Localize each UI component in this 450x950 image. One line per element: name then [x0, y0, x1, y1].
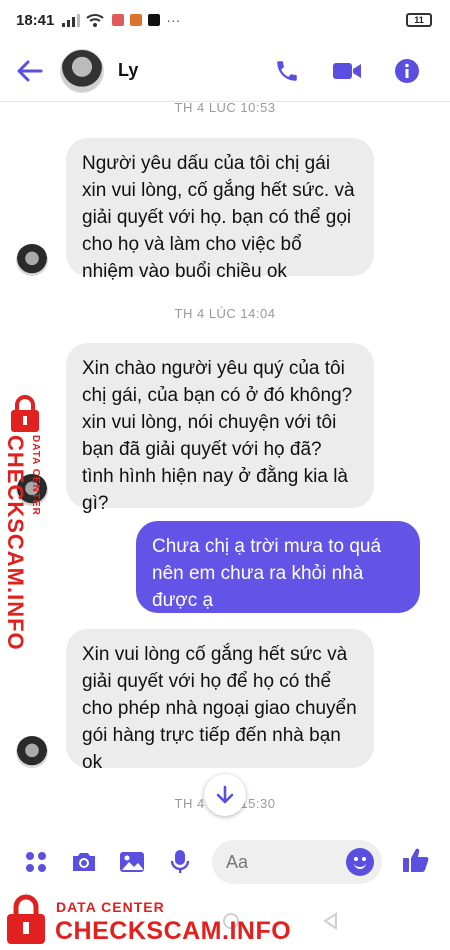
like-icon[interactable]	[402, 846, 430, 874]
phone-icon[interactable]	[274, 58, 300, 84]
timestamp: TH 4 LÚC 10:53	[174, 102, 276, 115]
watermark-side: CHECKSCAM.INFO DATA CENTER	[2, 395, 50, 651]
incoming-message[interactable]: Xin chào người yêu quý của tôi chị gái, …	[66, 343, 374, 514]
chevron-down-icon	[216, 785, 234, 805]
watermark-site: CHECKSCAM.INFO	[3, 435, 28, 651]
watermark-site: CHECKSCAM.INFO	[55, 917, 292, 945]
contact-name[interactable]: Ly	[118, 60, 138, 81]
tiktok-icon	[148, 14, 161, 26]
lock-icon	[8, 395, 42, 433]
message-input[interactable]: Aa	[212, 840, 382, 884]
notification-icon	[112, 14, 125, 26]
conversation-header: Ly	[0, 40, 450, 102]
composer-bar: Aa	[0, 834, 450, 890]
lock-icon	[4, 893, 48, 945]
camera-icon[interactable]	[60, 850, 108, 874]
timestamp: TH 4 LÚC 14:04	[174, 306, 276, 321]
wifi-icon	[86, 13, 105, 27]
video-icon[interactable]	[332, 60, 362, 82]
emoji-icon[interactable]	[346, 848, 374, 876]
message-input-placeholder: Aa	[226, 851, 249, 872]
message-list[interactable]: TH 4 LÚC 10:53 Người yêu dấu của tôi chị…	[0, 102, 450, 829]
back-button-icon[interactable]	[322, 912, 338, 930]
outgoing-message[interactable]: Chưa chị ạ trời mưa to quá nên em chưa r…	[136, 521, 420, 613]
status-time: 18:41	[16, 11, 55, 29]
watermark-bottom: DATA CENTER CHECKSCAM.INFO	[0, 893, 320, 950]
back-arrow-icon[interactable]	[0, 41, 60, 101]
status-bar: 18:41 ··· 11	[0, 0, 450, 40]
notification-icon	[130, 14, 143, 26]
sender-avatar[interactable]	[16, 244, 48, 276]
contact-avatar[interactable]	[60, 48, 104, 93]
watermark-label: DATA CENTER	[56, 899, 165, 915]
incoming-message[interactable]: Xin vui lòng cố gắng hết sức và giải quy…	[66, 629, 374, 773]
battery-icon: 11	[406, 13, 432, 27]
info-icon[interactable]	[394, 58, 420, 84]
signal-icon	[62, 13, 81, 27]
more-notifications-icon: ···	[166, 12, 181, 28]
mic-icon[interactable]	[156, 849, 204, 875]
sender-avatar[interactable]	[16, 736, 48, 768]
watermark-label: DATA CENTER	[30, 435, 41, 516]
image-icon[interactable]	[108, 850, 156, 874]
scroll-to-bottom-button[interactable]	[204, 774, 246, 816]
incoming-message[interactable]: Người yêu dấu của tôi chị gái xin vui lò…	[66, 138, 374, 282]
apps-icon[interactable]	[12, 850, 60, 874]
